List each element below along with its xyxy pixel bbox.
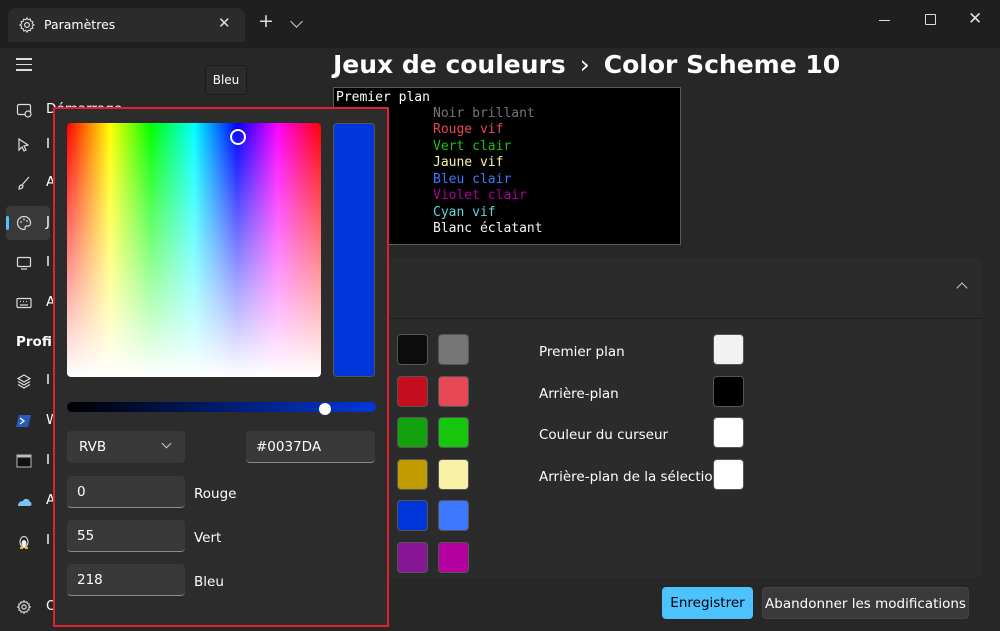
green-input[interactable] — [67, 520, 185, 552]
color-swatch[interactable] — [438, 459, 469, 490]
chevron-down-icon — [161, 438, 172, 449]
cursor-color-swatch[interactable] — [713, 417, 744, 448]
keyboard-icon — [16, 297, 32, 309]
background-label: Arrière-plan — [539, 386, 619, 402]
sidebar-item-label: I — [46, 136, 50, 152]
preview-line: Vert clair — [433, 139, 512, 154]
color-model-value: RVB — [79, 439, 107, 455]
red-label: Rouge — [194, 486, 237, 502]
window-close-icon[interactable]: ✕ — [968, 9, 982, 29]
sidebar-item-appearance[interactable]: A — [6, 166, 55, 200]
preview-line: Violet clair — [433, 188, 527, 203]
tab-close-icon[interactable]: ✕ — [218, 14, 231, 32]
preview-line: Jaune vif — [433, 155, 504, 170]
value-slider-thumb[interactable] — [319, 403, 331, 415]
breadcrumb-parent[interactable]: Jeux de couleurs — [333, 50, 566, 79]
red-input[interactable] — [67, 476, 185, 508]
sidebar-item-powershell[interactable]: W — [6, 404, 59, 438]
footer-bar: Enregistrer Abandonner les modifications — [333, 578, 1000, 631]
color-swatch[interactable] — [438, 334, 469, 365]
selection-background-swatch[interactable] — [713, 459, 744, 490]
minimize-icon[interactable] — [879, 20, 890, 21]
color-picker-flyout: RVB Rouge Vert Bleu — [53, 107, 389, 627]
colors-section: rs Premier plan Arrière-plan Couleur du … — [333, 258, 983, 578]
color-swatch[interactable] — [438, 500, 469, 531]
sidebar-item-linux[interactable]: I — [6, 524, 50, 558]
blue-input[interactable] — [67, 564, 185, 596]
preview-line: Cyan vif — [433, 205, 496, 220]
sidebar-item-open-json[interactable]: O — [6, 590, 57, 624]
cmd-icon — [16, 454, 32, 468]
chevron-up-icon[interactable] — [956, 282, 968, 294]
discard-changes-button[interactable]: Abandonner les modifications — [762, 587, 969, 619]
green-label: Vert — [194, 530, 222, 546]
save-button[interactable]: Enregistrer — [662, 587, 753, 619]
pointer-icon — [18, 137, 30, 152]
preview-line: Noir brillant — [433, 106, 535, 121]
sidebar-item-azure[interactable]: A — [6, 484, 55, 518]
gear-icon — [18, 16, 35, 34]
hex-input[interactable] — [246, 431, 375, 463]
color-swatch[interactable] — [438, 376, 469, 407]
sidebar-item-cmd[interactable]: I — [6, 444, 50, 478]
sidebar-item-label: J — [46, 214, 50, 230]
color-preview-swatch — [333, 123, 375, 377]
preview-line: Bleu clair — [433, 172, 512, 187]
settings-tab[interactable]: Paramètres ✕ — [8, 8, 245, 42]
color-swatch[interactable] — [397, 417, 428, 448]
linux-icon — [19, 536, 29, 549]
color-swatch[interactable] — [397, 459, 428, 490]
sidebar-item-startup[interactable]: Démarrage — [6, 93, 122, 127]
gear-icon — [16, 599, 32, 615]
sidebar-item-label: I — [46, 254, 50, 270]
foreground-label: Premier plan — [539, 344, 625, 360]
preview-line: Blanc éclatant — [433, 221, 543, 236]
palette-icon — [16, 215, 32, 231]
sidebar-item-defaults[interactable]: I — [6, 364, 50, 398]
hamburger-menu-icon[interactable] — [16, 58, 32, 72]
maximize-icon[interactable] — [925, 14, 936, 25]
brush-icon — [18, 176, 30, 190]
color-swatch[interactable] — [438, 417, 469, 448]
color-model-select[interactable]: RVB — [67, 431, 185, 463]
page-title: Jeux de couleurs › Color Scheme 10 — [333, 50, 840, 79]
selection-background-label: Arrière-plan de la sélection — [539, 469, 722, 485]
powershell-icon — [16, 415, 31, 427]
swatch-tooltip: Bleu — [205, 65, 247, 95]
color-swatch[interactable] — [438, 542, 469, 573]
sidebar-item-label: I — [46, 372, 50, 388]
sidebar-item-actions[interactable]: A — [6, 286, 55, 320]
new-tab-icon[interactable]: + — [258, 10, 274, 32]
color-swatch[interactable] — [397, 542, 428, 573]
color-swatch[interactable] — [397, 500, 428, 531]
spectrum-handle[interactable] — [230, 129, 246, 145]
tab-title: Paramètres — [44, 17, 116, 32]
cursor-color-label: Couleur du curseur — [539, 427, 669, 443]
sidebar-item-label: I — [46, 532, 50, 548]
color-swatch[interactable] — [397, 376, 428, 407]
sidebar-item-label: I — [46, 452, 50, 468]
preview-foreground-label: Premier plan — [336, 90, 430, 105]
tab-dropdown-icon[interactable] — [290, 15, 303, 28]
color-swatch[interactable] — [397, 334, 428, 365]
breadcrumb-separator: › — [579, 50, 590, 79]
sidebar-item-interaction[interactable]: I — [6, 128, 50, 162]
breadcrumb-current: Color Scheme 10 — [603, 50, 841, 79]
color-spectrum[interactable] — [67, 123, 321, 377]
rocket-icon — [16, 103, 32, 118]
azure-icon — [18, 498, 32, 506]
background-swatch[interactable] — [713, 376, 744, 407]
blue-label: Bleu — [194, 574, 224, 590]
colors-section-header[interactable]: rs — [333, 258, 983, 319]
sidebar-item-color-schemes[interactable]: J — [6, 206, 50, 240]
layers-icon — [16, 374, 32, 389]
monitor-icon — [16, 256, 32, 270]
sidebar-item-rendering[interactable]: I — [6, 246, 50, 280]
sidebar: Démarrage I A J I A Profils I W I A I — [0, 48, 122, 631]
preview-line: Rouge vif — [433, 122, 504, 137]
title-bar: Paramètres ✕ + ✕ — [0, 0, 1000, 48]
foreground-swatch[interactable] — [713, 334, 744, 365]
